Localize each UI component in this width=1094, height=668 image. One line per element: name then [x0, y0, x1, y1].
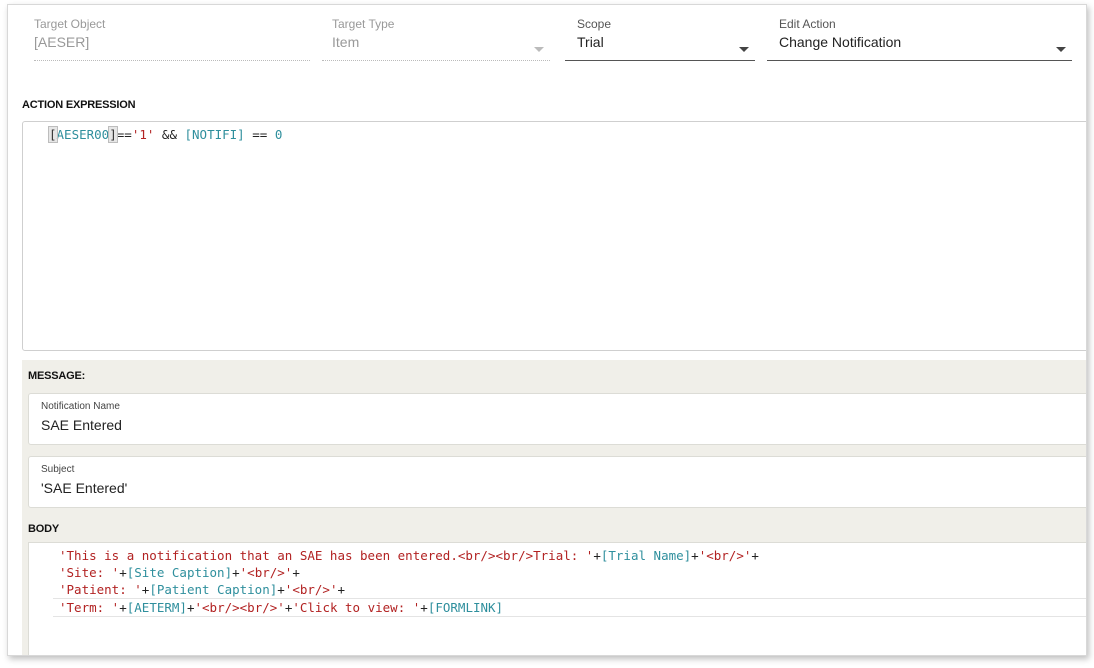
body-line: 'Site: '+[Site Caption]+'<br/>'+ [59, 565, 300, 580]
target-type-select: Target Type Item [322, 17, 550, 61]
expr-number: 0 [274, 127, 283, 142]
target-object-underline [34, 60, 310, 61]
action-expression-editor[interactable]: [AESER00]=='1' && [NOTIFI] == 0 [22, 121, 1086, 351]
edit-action-label: Edit Action [779, 17, 836, 31]
target-type-value: Item [332, 34, 360, 50]
bracket-match-open: [ [48, 126, 58, 143]
rule-editor-panel: Target Object [AESER] Target Type Item S… [7, 4, 1087, 656]
target-object-label: Target Object [34, 17, 106, 31]
body-line: 'This is a notification that an SAE has … [59, 548, 759, 563]
body-line: 'Patient: '+[Patient Caption]+'<br/>'+ [59, 582, 346, 597]
target-type-label: Target Type [332, 17, 395, 31]
target-object-value: [AESER] [34, 34, 90, 50]
target-type-underline [322, 60, 550, 61]
message-label: MESSAGE: [28, 370, 86, 382]
subject-value: 'SAE Entered' [41, 480, 128, 496]
edit-action-select[interactable]: Edit Action Change Notification [767, 17, 1072, 61]
expr-operator: == [244, 127, 275, 142]
edit-action-value: Change Notification [779, 34, 902, 50]
chevron-down-icon[interactable] [739, 47, 749, 52]
subject-label: Subject [41, 464, 75, 475]
notification-name-value: SAE Entered [41, 417, 122, 433]
chevron-down-icon [534, 47, 544, 52]
message-panel: MESSAGE: Notification Name SAE Entered S… [22, 360, 1086, 655]
expr-operator: && [154, 127, 185, 142]
action-expression-label: ACTION EXPRESSION [22, 99, 136, 111]
expr-identifier: AESER00 [56, 127, 110, 142]
scope-underline [565, 60, 755, 61]
expr-identifier: [NOTIFI] [184, 127, 245, 142]
scope-label: Scope [577, 17, 612, 31]
chevron-down-icon[interactable] [1056, 47, 1066, 52]
action-expression-line: [AESER00]=='1' && [NOTIFI] == 0 [48, 126, 283, 143]
expr-string: '1' [131, 127, 155, 142]
notification-name-field[interactable]: Notification Name SAE Entered [28, 393, 1086, 445]
scope-value: Trial [577, 34, 604, 50]
body-editor[interactable]: 'This is a notification that an SAE has … [28, 542, 1086, 655]
subject-field[interactable]: Subject 'SAE Entered' [28, 456, 1086, 508]
scope-select[interactable]: Scope Trial [565, 17, 755, 61]
expr-operator: == [116, 127, 132, 142]
body-line-current: 'Term: '+[AETERM]+'<br/><br/>'+'Click to… [53, 598, 1086, 617]
bracket-match-close: ] [108, 126, 118, 143]
body-label: BODY [28, 523, 59, 535]
target-object-field: Target Object [AESER] [34, 17, 310, 61]
notification-name-label: Notification Name [41, 401, 120, 412]
edit-action-underline [767, 60, 1072, 61]
